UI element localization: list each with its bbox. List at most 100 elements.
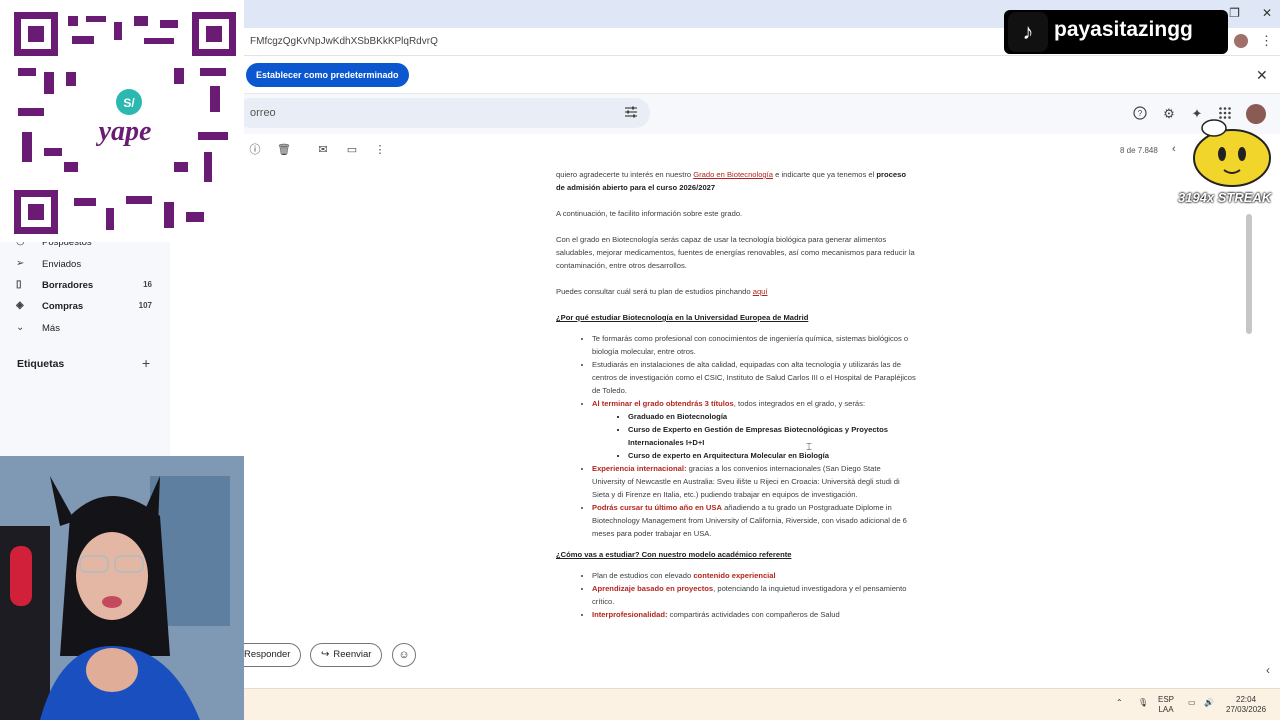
list-item: Aprendizaje basado en proyectos, potenci… [592,582,916,608]
paragraph: Puedes consultar cuál será tu plan de es… [556,285,916,298]
list-item: Experiencia internacional: gracias a los… [592,462,916,501]
text: compartirás actividades con compañeros d… [667,610,840,619]
emoji-reaction-button[interactable]: ☺ [392,643,416,667]
forward-button[interactable]: ↪ Reenviar [310,643,383,667]
message-toolbar: ⓘ 🗑 ✉ ▭ ⋮ 8 de 7.848 ‹ [244,138,1280,164]
text: Puedes consultar cuál será tu plan de es… [556,287,753,296]
svg-text:S/: S/ [123,96,135,110]
more-options-icon[interactable]: ⋮ [373,143,387,157]
titles-list: Graduado en Biotecnología Curso de Exper… [628,410,916,462]
list-item: Al terminar el grado obtendrás 3 títulos… [592,397,916,462]
url-text[interactable]: FMfcgzQgKvNpJwKdhXSbBKkKPlqRdvrQ [250,36,438,47]
streak-counter: 3194x STREAK [1178,190,1272,205]
sidebar-item-label: Borradores [42,280,94,291]
chevron-down-icon: ⌄ [16,322,25,333]
microphone-icon[interactable]: 🎙 [1138,698,1148,708]
sidebar-item-label: Enviados [42,259,82,270]
time: 22:04 [1236,695,1257,704]
filter-options-icon[interactable] [624,105,638,119]
forward-icon: ↪ [321,649,330,660]
smiley-icon: ☺ [398,649,410,661]
text: e indicarte que ya tenemos el [773,170,877,179]
list-item: Curso de experto en Arquitectura Molecul… [628,449,916,462]
list-item: Graduado en Biotecnología [628,410,916,423]
yape-qr-overlay: S/ yape [0,0,244,242]
volume-icon[interactable]: 🔊 [1204,698,1214,708]
move-to-icon[interactable]: ▭ [345,143,359,157]
streamer-video [0,456,244,720]
side-panel-toggle-icon[interactable]: ‹ [1266,663,1270,677]
method-list: Plan de estudios con elevado contenido e… [592,569,916,621]
help-icon[interactable]: ? [1132,106,1148,122]
lang-bottom: LAA [1158,705,1174,714]
list-item: Te formarás como profesional con conocim… [592,332,916,358]
benefits-list: Te formarás como profesional con conocim… [592,332,916,540]
sidebar-item-count: 16 [143,280,152,289]
paragraph: Con el grado en Biotecnología serás capa… [556,235,915,270]
reply-bar: Responder ↪ Reenviar ☺ [234,640,1280,688]
send-icon: ➢ [16,258,25,269]
bee-mascot-icon [1193,119,1271,187]
list-item: Plan de estudios con elevado contenido e… [592,569,916,582]
settings-gear-icon[interactable]: ⚙ [1161,106,1177,122]
paragraph: A continuación, te facilito información … [556,209,743,218]
language-indicator[interactable]: ESP LAA [1158,695,1174,715]
restore-icon[interactable]: ❐ [1229,6,1240,20]
date: 27/03/2026 [1226,705,1267,714]
report-spam-icon[interactable]: ⓘ [248,143,262,157]
qr-code: S/ yape [14,12,236,234]
mark-unread-icon[interactable]: ✉ [316,143,330,157]
sidebar-item-label: Más [42,323,60,334]
list-item: Interprofesionalidad: compartirás activi… [592,608,916,621]
section-heading: ¿Por qué estudiar Biotecnología en la Un… [556,313,809,322]
profile-avatar[interactable] [1234,34,1248,48]
sidebar-item-count: 107 [138,301,152,310]
tiktok-username: payasitazingg [1054,18,1193,41]
text: , todos integrados en el grado, y serás: [733,399,866,408]
network-icon[interactable]: ▭ [1188,698,1196,708]
highlight: Interprofesionalidad: [592,610,668,619]
sidebar-item-purchases[interactable]: ◈ Compras 107 [16,298,156,316]
list-item: Curso de Experto en Gestión de Empresas … [628,423,916,449]
scrollbar-thumb[interactable] [1246,214,1252,334]
svg-text:?: ? [1138,109,1143,118]
sidebar-item-drafts[interactable]: ▯ Borradores 16 [16,277,156,295]
screen: – ❐ ✕ FMfcgzQgKvNpJwKdhXSbBKkKPlqRdvrQ ⋮… [0,0,1280,720]
lang-top: ESP [1158,695,1175,704]
search-bar[interactable]: orreo [236,98,650,128]
delete-icon[interactable]: 🗑 [277,143,291,157]
list-item: Estudiarás en instalaciones de alta cali… [592,358,916,397]
search-input[interactable]: orreo [250,107,276,119]
previous-icon[interactable]: ‹ [1172,143,1176,155]
reply-button[interactable]: Responder [234,643,302,667]
webcam-overlay [0,456,244,720]
highlight: Aprendizaje basado en proyectos [592,584,714,593]
tag-icon: ◈ [16,300,24,311]
labels-heading: Etiquetas [17,358,65,370]
yape-logo: yape [96,116,152,147]
text-bold: Graduado en Biotecnología [628,412,728,421]
reply-label: Responder [244,649,291,660]
text: Plan de estudios con elevado [592,571,694,580]
text-bold: Curso de experto en Arquitectura Molecul… [628,451,829,460]
browser-menu-icon[interactable]: ⋮ [1260,33,1273,49]
tray-overflow-icon[interactable]: ⌃ [1116,698,1123,708]
forward-label: Reenviar [333,649,372,660]
close-window-icon[interactable]: ✕ [1262,6,1272,20]
highlight: Al terminar el grado obtendrás 3 títulos [592,399,734,408]
sidebar-item-sent[interactable]: ➢ Enviados [16,256,156,274]
highlight: Podrás cursar tu último año en USA [592,503,722,512]
clock[interactable]: 22:04 27/03/2026 [1226,695,1266,715]
set-default-button[interactable]: Establecer como predeterminado [246,63,409,87]
add-label-icon[interactable]: + [142,355,150,371]
email-body: quiero agradecerte tu interés en nuestro… [170,164,1262,638]
section-heading: ¿Cómo vas a estudiar? Con nuestro modelo… [556,550,792,559]
study-plan-link[interactable]: aquí [753,287,768,296]
tiktok-logo-icon: ♪ [1008,12,1048,52]
close-icon[interactable]: ✕ [1256,67,1268,84]
paragraph: quiero agradecerte tu interés en nuestro… [556,168,916,194]
pager-count: 8 de 7.848 [1120,146,1158,155]
degree-link[interactable]: Grado en Biotecnología [693,170,773,179]
sidebar-item-more[interactable]: ⌄ Más [16,320,156,338]
highlight: Experiencia internacional: [592,464,687,473]
